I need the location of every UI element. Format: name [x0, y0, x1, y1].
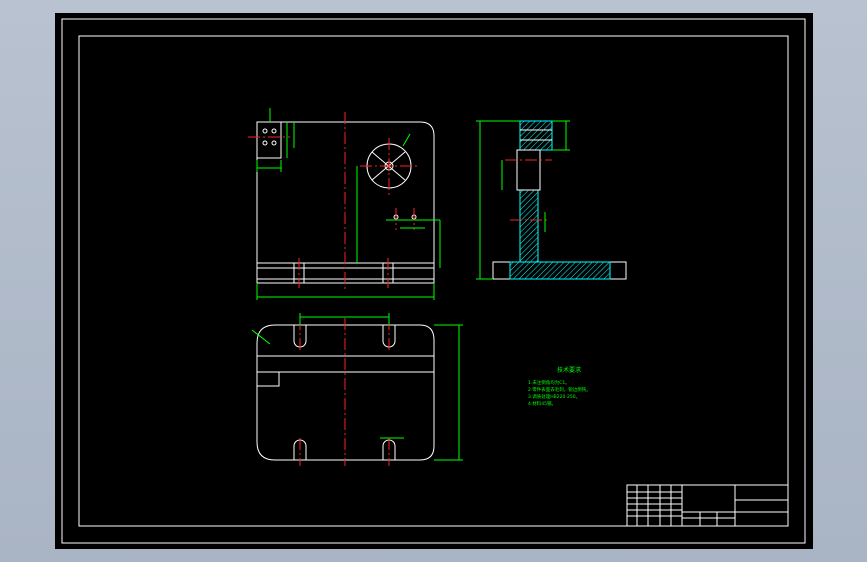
notes-line-2: 2.零件表面去毛刺，锐边倒钝。 — [528, 386, 591, 393]
title-block — [626, 484, 789, 527]
notes-line-3: 3.调质处理HB220-250。 — [528, 393, 580, 400]
top-dimensions — [251, 313, 463, 461]
cad-viewport[interactable]: 技术要求 1.未注倒角均为C1。 2.零件表面去毛刺，锐边倒钝。 3.调质处理H… — [55, 13, 813, 549]
notes-title: 技术要求 — [557, 366, 581, 374]
notes-line-4: 4.材料45钢。 — [528, 400, 556, 407]
side-view-outline — [492, 120, 627, 280]
side-view — [492, 120, 627, 280]
hole-block — [256, 121, 282, 159]
cad-drawing: 技术要求 1.未注倒角均为C1。 2.零件表面去毛刺，锐边倒钝。 3.调质处理H… — [61, 18, 806, 544]
technical-notes: 技术要求 1.未注倒角均为C1。 2.零件表面去毛刺，锐边倒钝。 3.调质处理H… — [528, 366, 591, 407]
top-centerlines — [299, 318, 390, 466]
notes-line-1: 1.未注倒角均为C1。 — [528, 379, 570, 386]
